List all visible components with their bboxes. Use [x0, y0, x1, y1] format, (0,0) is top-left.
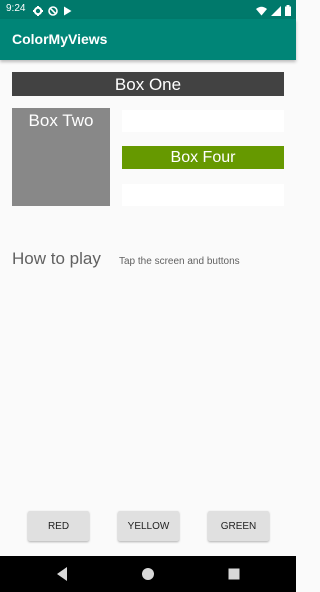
- navigation-bar: [0, 556, 296, 592]
- red-button[interactable]: RED: [28, 511, 89, 541]
- back-icon[interactable]: [55, 566, 69, 587]
- box-five[interactable]: [122, 184, 284, 206]
- recents-icon[interactable]: [227, 566, 241, 587]
- how-to-play-info: Tap the screen and buttons: [119, 256, 240, 267]
- home-icon[interactable]: [141, 566, 155, 587]
- box-three[interactable]: [122, 110, 284, 132]
- status-time: 9:24: [6, 3, 26, 14]
- green-button[interactable]: GREEN: [208, 511, 269, 541]
- app-title: ColorMyViews: [12, 31, 108, 47]
- box-two[interactable]: Box Two: [12, 108, 110, 206]
- app-bar: ColorMyViews: [0, 19, 296, 60]
- status-bar: 9:24: [0, 0, 296, 19]
- how-to-play-label: How to play: [12, 249, 101, 268]
- box-four[interactable]: Box Four: [122, 146, 284, 169]
- box-one[interactable]: Box One: [12, 72, 284, 96]
- yellow-button[interactable]: YELLOW: [118, 511, 179, 541]
